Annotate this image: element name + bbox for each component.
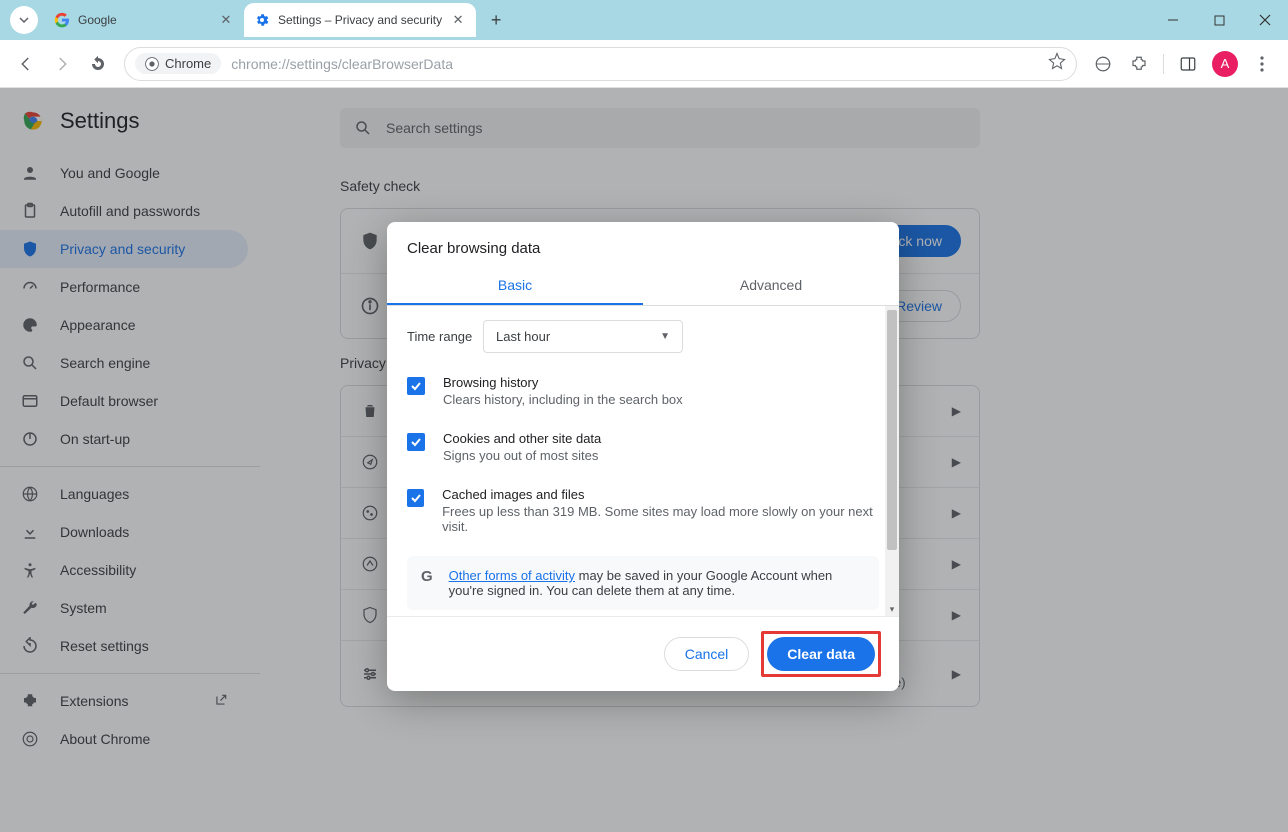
minimize-button[interactable] (1150, 0, 1196, 40)
extension-icon[interactable] (1087, 48, 1119, 80)
chevron-down-icon: ▼ (660, 331, 670, 342)
other-activity-info: G Other forms of activity may be saved i… (407, 556, 879, 610)
forward-button[interactable] (46, 48, 78, 80)
url-text: chrome://settings/clearBrowserData (231, 56, 453, 72)
tab-advanced[interactable]: Advanced (643, 267, 899, 305)
cancel-button[interactable]: Cancel (664, 637, 750, 671)
clear-data-highlight: Clear data (761, 631, 881, 677)
check-cached[interactable]: Cached images and filesFrees up less tha… (407, 479, 879, 550)
dialog-scrollbar[interactable]: ▾ (885, 306, 899, 616)
google-favicon (54, 12, 70, 28)
tab-strip: Google ✕ Settings – Privacy and security… (0, 0, 1288, 40)
new-tab-button[interactable]: + (482, 6, 510, 34)
time-range-select[interactable]: Last hour ▼ (483, 320, 683, 353)
back-button[interactable] (10, 48, 42, 80)
extensions-puzzle-icon[interactable] (1123, 48, 1155, 80)
time-range-label: Time range (407, 329, 483, 344)
side-panel-icon[interactable] (1172, 48, 1204, 80)
tab-basic[interactable]: Basic (387, 267, 643, 305)
close-window-button[interactable] (1242, 0, 1288, 40)
bookmark-star-icon[interactable] (1048, 52, 1066, 75)
kebab-menu-icon[interactable] (1246, 48, 1278, 80)
dialog-tabs: Basic Advanced (387, 267, 899, 306)
other-forms-link[interactable]: Other forms of activity (449, 568, 575, 583)
tab-settings[interactable]: Settings – Privacy and security ✕ (244, 3, 476, 37)
chrome-chip: Chrome (135, 53, 221, 74)
toolbar-divider (1163, 54, 1164, 74)
check-cookies[interactable]: Cookies and other site dataSigns you out… (407, 423, 879, 479)
profile-avatar[interactable]: A (1212, 51, 1238, 77)
settings-favicon (254, 12, 270, 28)
close-icon[interactable]: ✕ (218, 12, 234, 28)
dialog-title: Clear browsing data (387, 222, 899, 267)
chrome-chip-label: Chrome (165, 56, 211, 71)
dialog-body: ▾ Time range Last hour ▼ Browsing histor… (387, 306, 899, 616)
clear-browsing-data-dialog: Clear browsing data Basic Advanced ▾ Tim… (387, 222, 899, 691)
tab-search-button[interactable] (10, 6, 38, 34)
maximize-button[interactable] (1196, 0, 1242, 40)
browser-toolbar: Chrome chrome://settings/clearBrowserDat… (0, 40, 1288, 88)
checkbox-checked-icon[interactable] (407, 433, 425, 451)
google-g-icon: G (421, 568, 435, 598)
checkbox-checked-icon[interactable] (407, 489, 424, 507)
close-icon[interactable]: ✕ (450, 12, 466, 28)
tab-title: Google (78, 13, 210, 27)
tab-title: Settings – Privacy and security (278, 13, 442, 27)
reload-button[interactable] (82, 48, 114, 80)
check-browsing-history[interactable]: Browsing historyClears history, includin… (407, 367, 879, 423)
tab-google[interactable]: Google ✕ (44, 3, 244, 37)
dialog-actions: Cancel Clear data (387, 616, 899, 691)
clear-data-button[interactable]: Clear data (767, 637, 875, 671)
address-bar[interactable]: Chrome chrome://settings/clearBrowserDat… (124, 47, 1077, 81)
checkbox-checked-icon[interactable] (407, 377, 425, 395)
